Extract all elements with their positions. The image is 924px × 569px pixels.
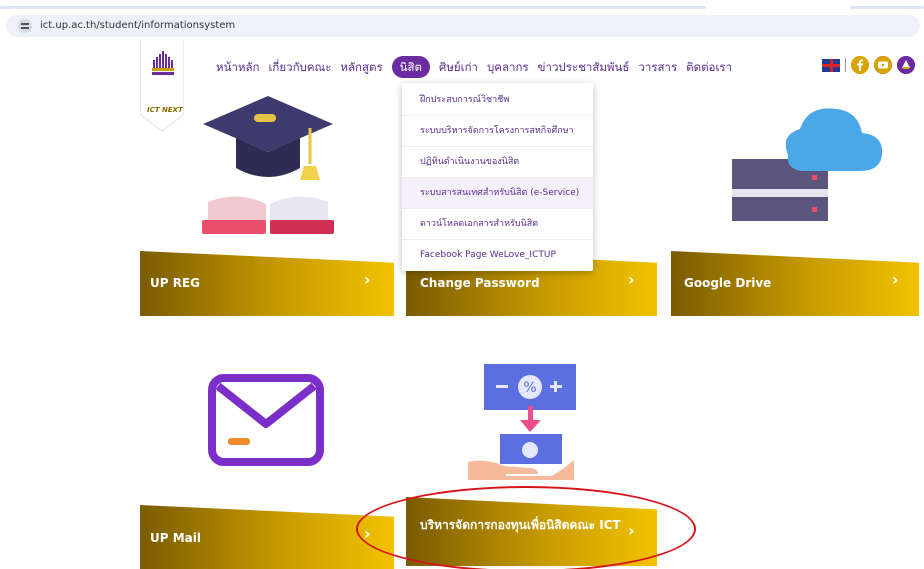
menu-item-internship[interactable]: ฝึกประสบการณ์วิชาชีพ (402, 85, 593, 116)
nav-item-home[interactable]: หน้าหลัก (216, 56, 260, 78)
menu-item-facebook-page[interactable]: Facebook Page WeLove_ICTUP (402, 240, 593, 271)
site-settings-icon[interactable] (18, 19, 32, 33)
nav-item-alumni[interactable]: ศิษย์เก่า (439, 56, 478, 78)
nav-item-contact[interactable]: ติดต่อเรา (686, 56, 732, 78)
svg-text:%: % (523, 380, 536, 396)
card-label-change-password[interactable]: Change Password (420, 275, 540, 291)
youtube-icon[interactable] (874, 56, 892, 74)
tab-strip (0, 6, 706, 9)
menu-item-download-docs[interactable]: ดาวน์โหลดเอกสารสำหรับนิสิต (402, 209, 593, 240)
nav-tools (822, 56, 920, 74)
nav-item-curriculum[interactable]: หลักสูตร (340, 56, 382, 78)
page: ict.up.ac.th/student/informationsystem I… (0, 0, 924, 569)
menu-item-student-calendar[interactable]: ปฏิทินดำเนินงานของนิสิต (402, 147, 593, 178)
menu-item-e-service[interactable]: ระบบสารสนเทศสำหรับนิสิต (e-Service) (402, 178, 593, 209)
fund-hand-icon: % (468, 364, 576, 480)
graduation-book-icon (202, 96, 334, 234)
url-text[interactable]: ict.up.ac.th/student/informationsystem (40, 19, 235, 33)
card-label-google-drive[interactable]: Google Drive (684, 275, 771, 291)
uk-flag-icon[interactable] (822, 58, 840, 72)
main-nav: หน้าหลัก เกี่ยวกับคณะ หลักสูตร นิสิต ศิษ… (216, 56, 741, 78)
nav-item-journal[interactable]: วารสาร (638, 56, 677, 78)
chevron-right-icon[interactable]: › (364, 270, 371, 289)
browser-address-bar: ict.up.ac.th/student/informationsystem (0, 0, 924, 38)
nav-item-students[interactable]: นิสิต (391, 56, 431, 78)
nav-item-about[interactable]: เกี่ยวกับคณะ (269, 56, 332, 78)
card-label-up-mail[interactable]: UP Mail (150, 530, 201, 546)
url-bar[interactable]: ict.up.ac.th/student/informationsystem (6, 15, 920, 37)
up-logo-icon[interactable] (897, 56, 915, 74)
logo-subtitle: ICT NEXT (147, 106, 183, 114)
facebook-icon[interactable] (851, 56, 869, 74)
highlight-annotation (356, 486, 696, 569)
mail-icon (208, 374, 324, 466)
chevron-right-icon[interactable]: › (892, 270, 899, 289)
card-label-up-reg[interactable]: UP REG (150, 275, 200, 291)
ict-logo-icon[interactable] (150, 50, 176, 76)
nav-item-news[interactable]: ข่าวประชาสัมพันธ์ (538, 56, 630, 78)
cloud-server-icon (732, 108, 883, 221)
chevron-right-icon[interactable]: › (628, 270, 635, 289)
nav-item-staff[interactable]: บุคลากร (487, 56, 529, 78)
students-dropdown-menu: ฝึกประสบการณ์วิชาชีพ ระบบบริหารจัดการโคร… (402, 83, 593, 271)
menu-item-coop-system[interactable]: ระบบบริหารจัดการโครงการสหกิจศึกษา (402, 116, 593, 147)
tab-strip-right (850, 6, 924, 9)
nav-divider (845, 58, 846, 72)
